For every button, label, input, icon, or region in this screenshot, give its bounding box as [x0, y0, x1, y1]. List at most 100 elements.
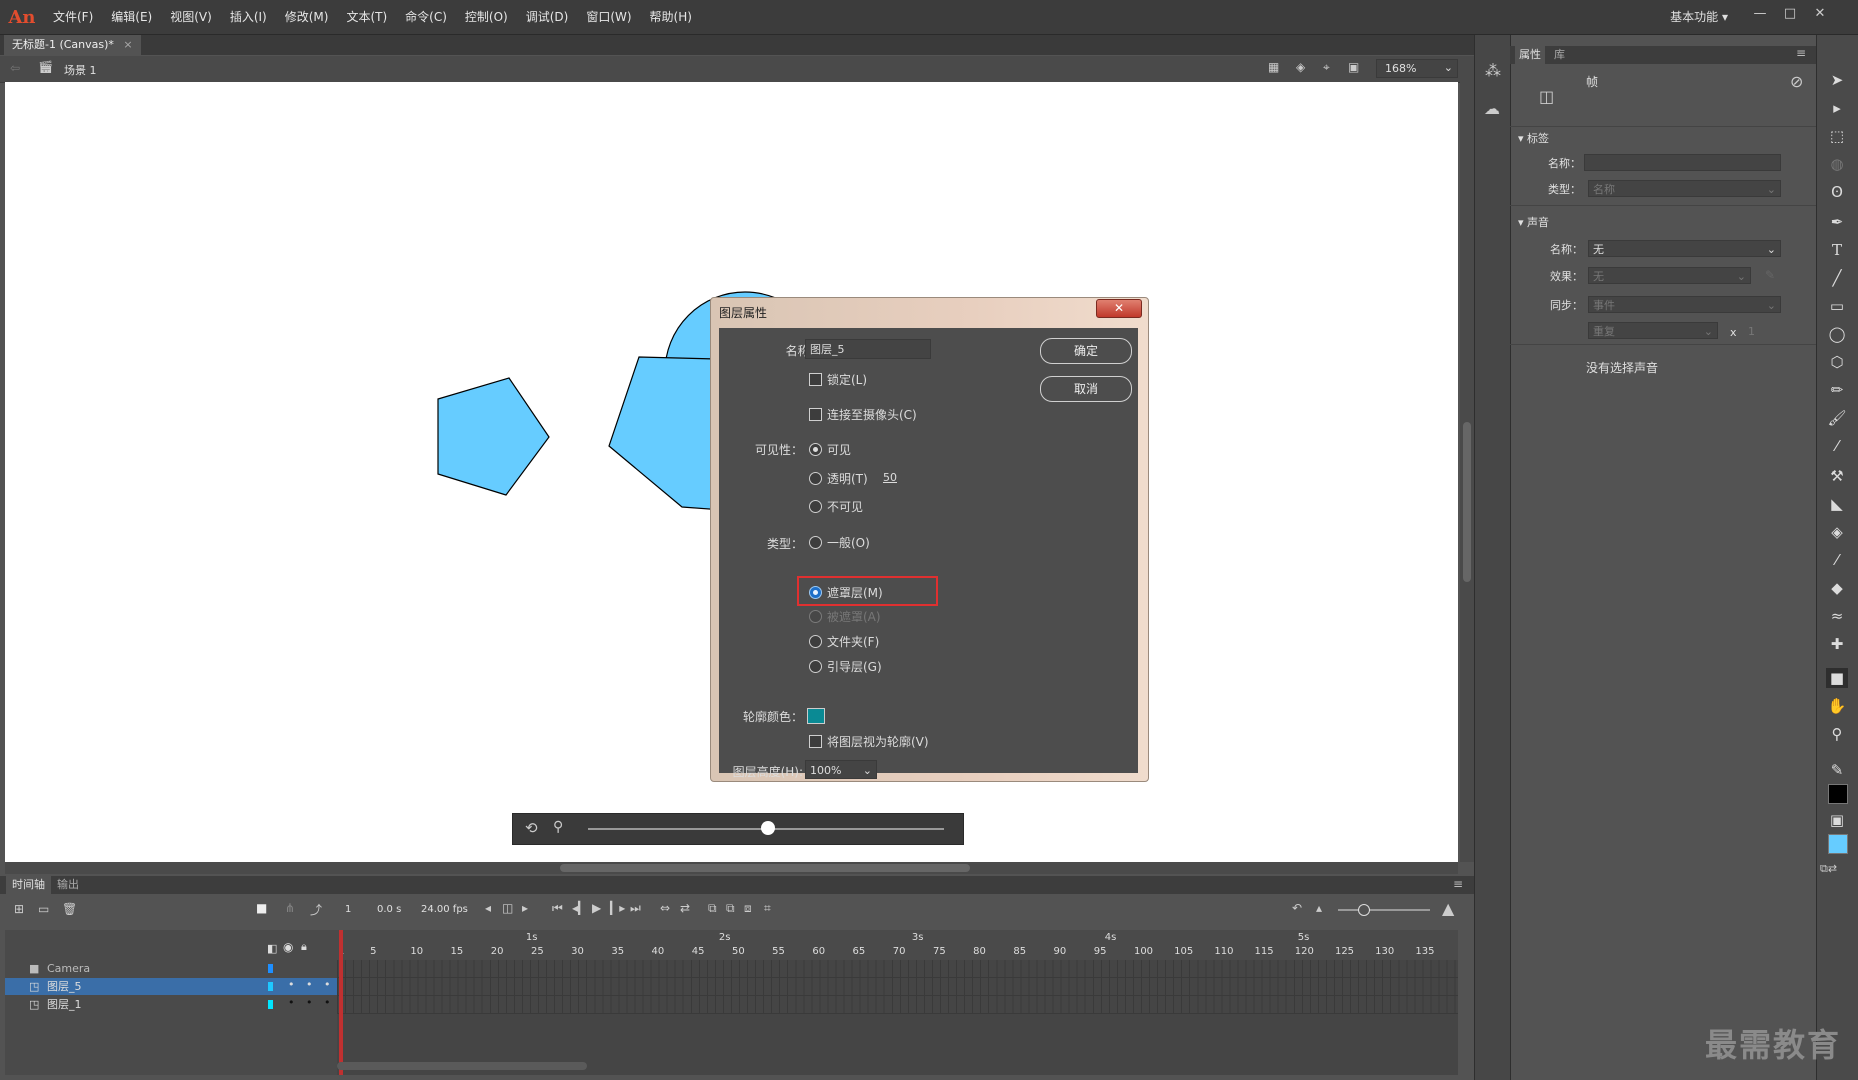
sound-name-select[interactable]: 无 ⌄ [1588, 240, 1781, 257]
tab-properties[interactable]: 属性 [1515, 46, 1545, 64]
clip-stage-icon[interactable]: ▣ [1348, 60, 1359, 74]
label-section-toggle[interactable]: ▾ 标签 [1518, 130, 1549, 146]
sync-select[interactable]: 事件 ⌄ [1588, 296, 1781, 313]
current-time[interactable]: 0.0 s [377, 904, 401, 915]
menu-insert[interactable]: 插入(I) [221, 0, 276, 34]
paint-bucket-tool-icon[interactable]: ◣ [1826, 494, 1848, 514]
timeline-zoom-track[interactable] [1338, 909, 1430, 911]
ok-button[interactable]: 确定 [1040, 338, 1132, 364]
scene-label[interactable]: 场景 1 [64, 62, 97, 78]
close-icon[interactable]: × [123, 38, 132, 51]
width-tool-icon[interactable]: ≈ [1826, 606, 1848, 626]
frame-row[interactable] [337, 960, 1458, 978]
panel-menu-icon[interactable]: ≡ [1453, 877, 1463, 891]
menu-window[interactable]: 窗口(W) [577, 0, 640, 34]
delete-icon[interactable]: 🗑︎ [62, 902, 77, 916]
transparent-value[interactable]: 50 [883, 471, 897, 484]
frame-rate[interactable]: 24.00 fps [421, 904, 468, 915]
lock-dot[interactable]: • [306, 976, 313, 993]
keyframe-icon[interactable]: ◫ [502, 901, 513, 915]
eye-icon[interactable]: ◉ [283, 940, 293, 954]
stroke-color-swatch[interactable] [1828, 784, 1848, 804]
menu-modify[interactable]: 修改(M) [276, 0, 338, 34]
sound-section-toggle[interactable]: ▾ 声音 [1518, 214, 1549, 230]
first-frame-icon[interactable]: ⏮ [552, 901, 563, 916]
guide-radio[interactable] [809, 660, 822, 673]
play-icon[interactable]: ▶ [592, 901, 601, 915]
close-icon[interactable]: ✕ [1808, 4, 1832, 24]
fill-color-icon[interactable]: ▣ [1826, 810, 1848, 830]
paint-brush-tool-icon[interactable]: 🖌︎ [1826, 408, 1848, 428]
frame-ruler[interactable]: 1510152025303540455055606570758085909510… [337, 930, 1458, 960]
zoom-select[interactable]: 168% ⌄ [1376, 59, 1458, 78]
frame-grid[interactable] [337, 960, 1458, 1014]
onion-markers-icon[interactable]: ⌗ [764, 901, 771, 916]
asset-warp-tool-icon[interactable]: ✚ [1826, 634, 1848, 654]
pencil-tool-icon[interactable]: ✏ [1826, 380, 1848, 400]
menu-help[interactable]: 帮助(H) [641, 0, 701, 34]
step-forward-icon[interactable]: ▎▸ [610, 901, 625, 915]
frame-row[interactable] [337, 996, 1458, 1014]
selection-tool-icon[interactable]: ➤ [1826, 70, 1848, 90]
frame-area[interactable]: 1510152025303540455055606570758085909510… [337, 930, 1458, 1075]
close-icon[interactable]: ✕ [1096, 299, 1142, 318]
stage-vertical-scrollbar[interactable] [1460, 82, 1474, 862]
lock-checkbox[interactable] [809, 373, 822, 386]
zoom-out-icon[interactable]: ▴ [1316, 901, 1322, 915]
fill-color-swatch[interactable] [1828, 834, 1848, 854]
minimize-icon[interactable]: — [1748, 4, 1772, 24]
pentagon-shape-left[interactable] [437, 377, 550, 496]
label-name-input[interactable] [1584, 154, 1781, 171]
swap-colors-icon[interactable]: ⧉⇄ [1820, 862, 1837, 876]
name-input[interactable]: 图层_5 [805, 339, 931, 359]
ink-bottle-tool-icon[interactable]: ◈ [1826, 522, 1848, 542]
outline-dot[interactable]: • [324, 994, 331, 1011]
tab-library[interactable]: 库 [1554, 46, 1565, 64]
eraser-tool-icon[interactable]: ◆ [1826, 578, 1848, 598]
folder-radio[interactable] [809, 635, 822, 648]
new-folder-icon[interactable]: ▭ [38, 902, 49, 916]
layer-height-select[interactable]: 100% ⌄ [805, 760, 877, 779]
menu-edit[interactable]: 编辑(E) [102, 0, 161, 34]
scroll-thumb[interactable] [1463, 422, 1471, 582]
hand-tool-icon[interactable]: ✋ [1826, 696, 1848, 716]
stage-horizontal-scrollbar[interactable] [5, 862, 1458, 874]
new-layer-icon[interactable]: ⊞ [14, 902, 24, 916]
pen-tool-icon[interactable]: ✒ [1826, 212, 1848, 232]
3d-rotation-tool-icon[interactable]: ◍ [1826, 154, 1848, 174]
text-tool-icon[interactable]: T [1826, 240, 1848, 260]
slider-thumb[interactable] [761, 821, 775, 835]
layer-row-camera[interactable]: ■ Camera [5, 960, 337, 977]
last-frame-icon[interactable]: ⏭ [630, 901, 641, 916]
view-as-outline-checkbox[interactable] [809, 735, 822, 748]
outline-color-swatch[interactable] [807, 708, 825, 724]
edit-symbol-icon[interactable]: ◈ [1296, 60, 1305, 74]
rotate-icon[interactable]: ⟲ [525, 819, 538, 837]
cancel-button[interactable]: 取消 [1040, 376, 1132, 402]
timeline-zoom-thumb[interactable] [1358, 904, 1370, 916]
repeat-select[interactable]: 重复 ⌄ [1588, 322, 1718, 339]
oval-tool-icon[interactable]: ◯ [1826, 324, 1848, 344]
effect-select[interactable]: 无 ⌄ [1588, 267, 1751, 284]
lock-dot[interactable]: • [306, 994, 313, 1011]
camera-zoom-icon[interactable]: ⚲ [553, 819, 563, 835]
lasso-tool-icon[interactable]: ʘ [1826, 182, 1848, 202]
center-frame-icon[interactable]: ⇄ [680, 901, 690, 915]
menu-control[interactable]: 控制(O) [456, 0, 517, 34]
mask-radio[interactable] [809, 586, 822, 599]
tab-output[interactable]: 输出 [57, 876, 79, 894]
camera-tool-icon[interactable]: ■ [1826, 668, 1848, 688]
next-keyframe-icon[interactable]: ▸ [522, 901, 528, 915]
masked-radio[interactable] [809, 610, 822, 623]
edit-multiple-icon[interactable]: ⧈ [744, 901, 752, 916]
parent-icon[interactable]: ⋔ [285, 901, 295, 915]
loop-icon[interactable]: ⇔ [660, 901, 670, 915]
label-type-select[interactable]: 名称 ⌄ [1588, 180, 1781, 197]
normal-radio[interactable] [809, 536, 822, 549]
zoom-in-icon[interactable]: ▲ [1442, 899, 1454, 918]
outline-dot[interactable]: • [324, 976, 331, 993]
menu-commands[interactable]: 命令(C) [396, 0, 456, 34]
lock-icon[interactable]: 🔒︎ [301, 940, 307, 954]
transparent-radio[interactable] [809, 472, 822, 485]
undo-icon[interactable]: ↶ [1292, 901, 1302, 915]
